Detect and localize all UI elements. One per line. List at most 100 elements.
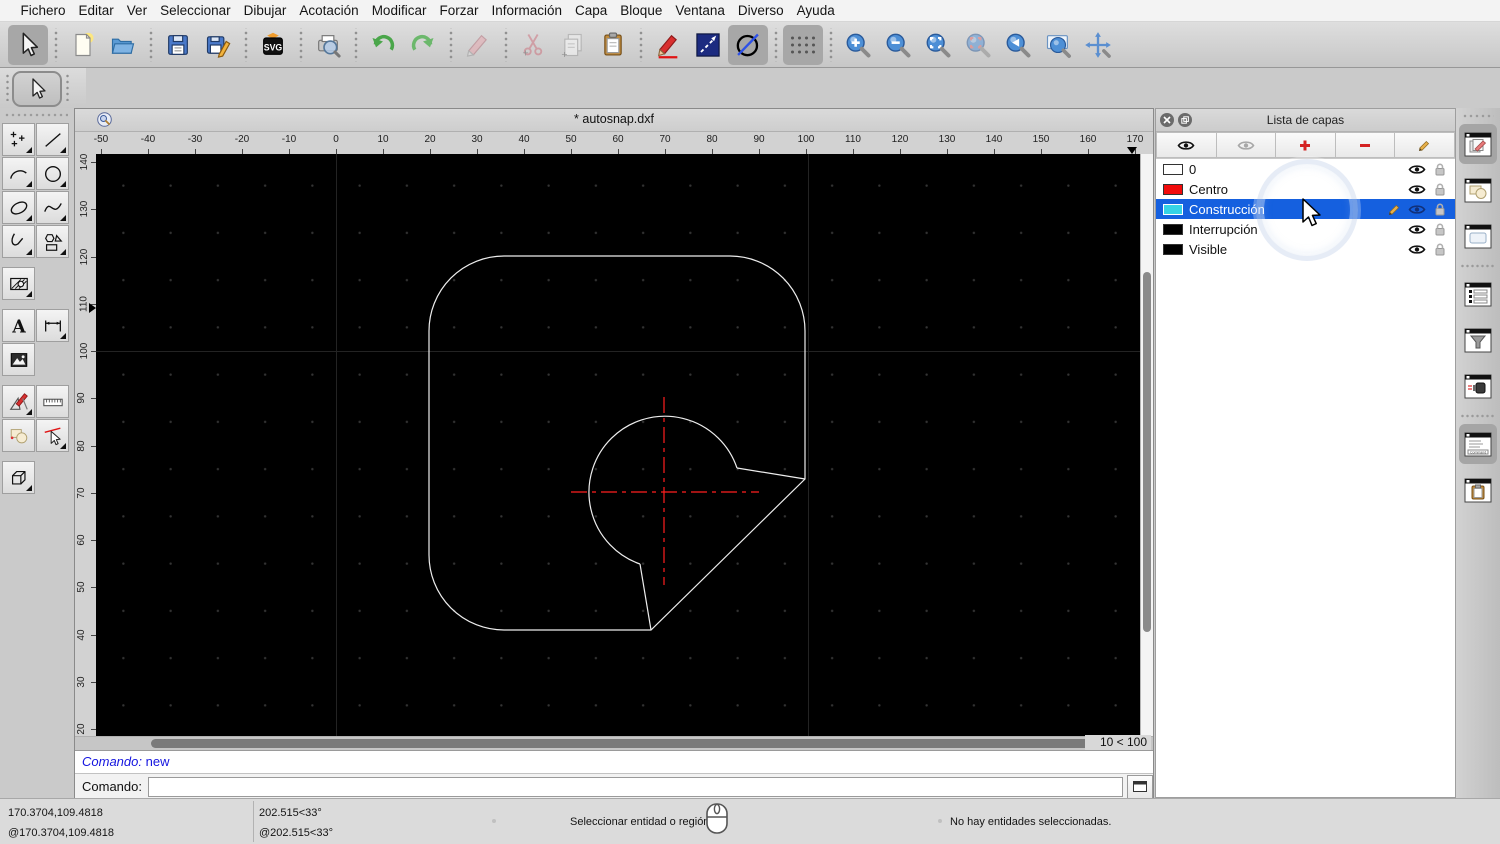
hatch-tool-button[interactable] (2, 267, 35, 300)
layer-row-0[interactable]: 0 (1156, 159, 1455, 179)
clipboard-panel-button[interactable] (1459, 470, 1497, 510)
layer-lock-icon[interactable] (1431, 243, 1449, 256)
remove-layer-button[interactable] (1335, 132, 1396, 158)
layer-lock-icon[interactable] (1431, 203, 1449, 216)
undo-button[interactable] (363, 25, 403, 65)
toolbar-handle[interactable] (6, 73, 9, 101)
layer-visibility-icon[interactable] (1408, 223, 1426, 236)
block-list-panel-button[interactable] (1459, 170, 1497, 210)
image-tool-button[interactable] (2, 343, 35, 376)
redo-button[interactable] (403, 25, 443, 65)
blocks-tool-button[interactable] (2, 419, 35, 452)
horizontal-scrollbar-thumb[interactable] (151, 739, 1091, 748)
menu-informacin[interactable]: Información (485, 3, 569, 18)
entity-circle-arc[interactable] (588, 415, 738, 565)
dimension-tool-button[interactable] (36, 309, 69, 342)
menu-editar[interactable]: Editar (72, 3, 120, 18)
pen-toolbar-panel-button[interactable] (1459, 366, 1497, 406)
select-pointer-button[interactable] (8, 24, 48, 65)
hide-all-layers-button[interactable] (1216, 132, 1277, 158)
selection-filter-panel-button[interactable] (1459, 320, 1497, 360)
command-input[interactable] (147, 776, 1124, 797)
zoom-out-button[interactable] (878, 25, 918, 65)
layer-color-swatch[interactable] (1163, 183, 1183, 195)
layer-visibility-icon[interactable] (1408, 203, 1426, 216)
command-line-panel-button[interactable]: Command (1459, 424, 1497, 464)
layer-color-swatch[interactable] (1163, 163, 1183, 175)
vertical-scrollbar-thumb[interactable] (1143, 272, 1151, 632)
menu-modificar[interactable]: Modificar (365, 3, 433, 18)
zoom-in-button[interactable] (838, 25, 878, 65)
layer-list-panel-button[interactable] (1459, 124, 1497, 164)
layer-row-visible[interactable]: Visible (1156, 239, 1455, 259)
drawing-canvas[interactable] (96, 154, 1140, 736)
layer-row-construccin[interactable]: Construcción (1156, 199, 1455, 219)
property-editor-panel-button[interactable] (1459, 274, 1497, 314)
ellipse-tool-button[interactable] (2, 191, 35, 224)
box3d-tool-button[interactable] (2, 461, 35, 494)
save-as-button[interactable] (198, 25, 238, 65)
menu-forzar[interactable]: Forzar (433, 3, 485, 18)
export-svg-button[interactable]: SVG (253, 25, 293, 65)
layer-lock-icon[interactable] (1431, 223, 1449, 236)
arc-tool-button[interactable] (2, 157, 35, 190)
library-browser-panel-button[interactable] (1459, 216, 1497, 256)
layer-visibility-icon[interactable] (1408, 243, 1426, 256)
polyline-tool-button[interactable] (2, 225, 35, 258)
pan-button[interactable] (1078, 25, 1118, 65)
misc-draw-tool-button[interactable] (2, 385, 35, 418)
pen-button[interactable] (648, 25, 688, 65)
save-button[interactable] (158, 25, 198, 65)
toolbar-handle[interactable] (66, 73, 69, 101)
entity-line[interactable] (736, 467, 806, 480)
select-pointer-button[interactable] (12, 71, 62, 107)
horizontal-scrollbar[interactable]: 10 < 100 (75, 735, 1153, 750)
ruler-tool-button[interactable] (36, 385, 69, 418)
menu-diverso[interactable]: Diverso (731, 3, 790, 18)
add-layer-button[interactable] (1276, 132, 1336, 158)
menu-acotacin[interactable]: Acotación (293, 3, 365, 18)
menu-ventana[interactable]: Ventana (669, 3, 732, 18)
menu-fichero[interactable]: Fichero (14, 3, 72, 18)
construction-circle-button[interactable] (728, 24, 768, 65)
layer-row-interrupcin[interactable]: Interrupción (1156, 219, 1455, 239)
menu-ayuda[interactable]: Ayuda (790, 3, 841, 18)
entity-line[interactable] (639, 563, 652, 631)
grid-toggle-button[interactable] (783, 24, 823, 65)
modify-tool-button[interactable] (36, 419, 69, 452)
edit-layer-button[interactable] (1395, 132, 1455, 158)
layer-visibility-icon[interactable] (1408, 163, 1426, 176)
paste-button[interactable] (593, 25, 633, 65)
snap-line-button[interactable] (688, 25, 728, 65)
menu-seleccionar[interactable]: Seleccionar (154, 3, 238, 18)
menu-bloque[interactable]: Bloque (614, 3, 669, 18)
layer-edit-icon[interactable] (1387, 202, 1403, 216)
circle-tool-button[interactable] (36, 157, 69, 190)
zoom-auto-button[interactable] (918, 25, 958, 65)
points-tool-button[interactable] (2, 123, 35, 156)
text-tool-button[interactable]: A (2, 309, 35, 342)
line-tool-button[interactable] (36, 123, 69, 156)
command-window-button[interactable] (1127, 774, 1153, 799)
spline-tool-button[interactable] (36, 191, 69, 224)
dock-handle[interactable] (1462, 114, 1494, 118)
layer-visibility-icon[interactable] (1408, 183, 1426, 196)
show-all-layers-button[interactable] (1156, 132, 1217, 158)
layer-color-swatch[interactable] (1163, 243, 1183, 255)
layer-lock-icon[interactable] (1431, 163, 1449, 176)
new-document-button[interactable] (63, 25, 103, 65)
menu-ver[interactable]: Ver (120, 3, 153, 18)
layer-color-swatch[interactable] (1163, 203, 1183, 215)
menu-capa[interactable]: Capa (569, 3, 614, 18)
vertical-scrollbar[interactable] (1140, 154, 1153, 736)
layer-color-swatch[interactable] (1163, 223, 1183, 235)
tools-handle[interactable] (4, 113, 68, 117)
entity-outline[interactable] (428, 255, 806, 631)
zoom-window-button[interactable] (1038, 25, 1078, 65)
zoom-previous-button[interactable] (998, 25, 1038, 65)
layer-lock-icon[interactable] (1431, 183, 1449, 196)
menu-dibujar[interactable]: Dibujar (237, 3, 293, 18)
print-preview-button[interactable] (308, 25, 348, 65)
layer-row-centro[interactable]: Centro (1156, 179, 1455, 199)
document-titlebar[interactable]: * autosnap.dxf (75, 109, 1153, 132)
